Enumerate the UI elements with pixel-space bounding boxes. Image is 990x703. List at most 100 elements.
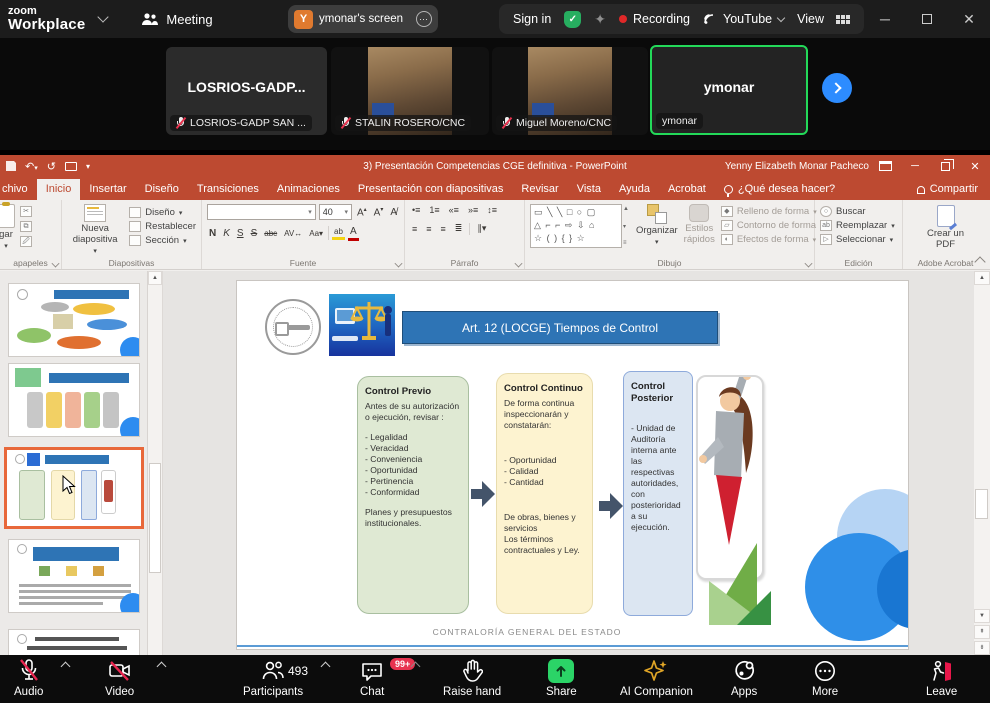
decrease-indent-icon[interactable]: «≡ — [447, 204, 461, 216]
reset-button[interactable]: Restablecer — [129, 221, 196, 232]
workspace-chevron-icon[interactable] — [98, 11, 109, 22]
previous-slide-button[interactable]: ⇞ — [974, 625, 990, 639]
tab-acrobat[interactable]: Acrobat — [659, 179, 715, 200]
line-spacing-icon[interactable]: ↕≡ — [485, 204, 499, 216]
leave-button[interactable]: Leave — [926, 659, 957, 698]
tab-vista[interactable]: Vista — [568, 179, 610, 200]
tab-archivo[interactable]: chivo — [0, 179, 37, 200]
audio-button[interactable]: Audio — [14, 659, 43, 698]
grow-font-icon[interactable]: A▴ — [355, 205, 369, 219]
paste-button[interactable]: gar▾ — [0, 204, 15, 251]
scroll-thumb[interactable] — [975, 489, 988, 519]
subscript-button[interactable]: abc — [262, 228, 279, 239]
apps-button[interactable]: Apps — [731, 659, 757, 698]
clear-format-icon[interactable]: A̸ — [388, 206, 399, 219]
align-left-icon[interactable]: ≡ — [410, 223, 419, 235]
screen-options-icon[interactable]: ⋯ — [416, 11, 432, 27]
change-case-button[interactable]: Aa▾ — [307, 228, 325, 239]
underline-button[interactable]: S — [235, 227, 246, 240]
tab-presentacion[interactable]: Presentación con diapositivas — [349, 179, 513, 200]
highlight-button[interactable]: ab — [332, 226, 345, 240]
select-button[interactable]: ▷Seleccionar ▾ — [820, 234, 897, 245]
bullets-icon[interactable]: •≡ — [410, 204, 422, 216]
tab-insertar[interactable]: Insertar — [80, 179, 135, 200]
slide-thumbnail-5[interactable] — [8, 629, 140, 655]
slide-thumbnail-2[interactable] — [8, 363, 140, 437]
sign-in-button[interactable]: Sign in — [513, 12, 551, 26]
increase-indent-icon[interactable]: »≡ — [466, 204, 480, 216]
tab-ayuda[interactable]: Ayuda — [610, 179, 659, 200]
security-shield-icon[interactable]: ✓ — [564, 11, 581, 28]
ai-sparkle-icon[interactable]: ✦ — [594, 11, 606, 28]
share-button[interactable]: Share — [546, 659, 577, 698]
raise-hand-button[interactable]: Raise hand — [443, 659, 501, 698]
shape-effects-button[interactable]: ◐Efectos de forma ▾ — [721, 234, 824, 245]
tab-inicio[interactable]: Inicio — [37, 179, 81, 200]
quick-styles-button[interactable]: Estilos rápidos — [684, 204, 715, 246]
char-spacing-button[interactable]: AV↔ — [282, 228, 304, 239]
slide-scrollbar[interactable]: ▲ ▼ ⇞ ⇟ — [974, 271, 990, 655]
scroll-up-icon[interactable]: ▲ — [974, 271, 990, 285]
view-button[interactable]: View — [797, 12, 850, 26]
chat-button[interactable]: Chat — [360, 659, 384, 698]
columns-icon[interactable]: ∥▾ — [475, 222, 488, 235]
shape-fill-button[interactable]: ◆Relleno de forma ▾ — [721, 206, 824, 217]
align-right-icon[interactable]: ≡ — [439, 223, 448, 235]
slide-thumbnail-1[interactable] — [8, 283, 140, 357]
tab-diseno[interactable]: Diseño — [136, 179, 188, 200]
shrink-font-icon[interactable]: A▾ — [372, 205, 386, 219]
font-size-combo[interactable]: 40▾ — [319, 204, 352, 220]
more-button[interactable]: More — [812, 659, 838, 698]
video-options-chevron[interactable] — [157, 662, 167, 672]
participant-tile-active-speaker[interactable]: ymonar ymonar — [650, 45, 808, 135]
cut-icon[interactable]: ✂ — [20, 206, 32, 217]
minimize-button[interactable]: ─ — [864, 0, 906, 38]
find-button[interactable]: ○Buscar — [820, 206, 897, 217]
participant-tile[interactable]: LOSRIOS-GADP... LOSRIOS-GADP SAN ... — [166, 47, 327, 135]
youtube-live-button[interactable]: YouTube — [703, 12, 784, 26]
ai-companion-button[interactable]: AI Companion — [620, 659, 693, 698]
shared-screen-pill[interactable]: Y ymonar's screen ⋯ — [288, 5, 438, 33]
font-name-combo[interactable]: ▾ — [207, 204, 316, 220]
format-painter-icon[interactable]: 🖉 — [20, 236, 32, 247]
new-slide-button[interactable]: Nueva diapositiva▾ — [67, 204, 123, 256]
tab-animaciones[interactable]: Animaciones — [268, 179, 349, 200]
thumbnail-scroll-thumb[interactable] — [149, 463, 161, 573]
video-button[interactable]: Video — [105, 659, 134, 698]
font-color-button[interactable]: A — [348, 225, 359, 241]
thumbnail-scrollbar[interactable]: ▲ — [148, 271, 163, 655]
scroll-down-icon[interactable]: ▼ — [974, 609, 990, 623]
tell-me-box[interactable]: ¿Qué desea hacer? — [715, 179, 844, 200]
slide-thumbnail-4[interactable] — [8, 539, 140, 613]
copy-icon[interactable]: ⧉ — [20, 221, 32, 232]
audio-options-chevron[interactable] — [61, 662, 71, 672]
replace-button[interactable]: abReemplazar ▾ — [820, 220, 897, 231]
chat-options-chevron[interactable] — [411, 662, 421, 672]
create-pdf-button[interactable]: Crear un PDF — [908, 205, 983, 251]
maximize-button[interactable] — [906, 0, 948, 38]
next-slide-button[interactable]: ⇟ — [974, 641, 990, 655]
next-participants-button[interactable] — [822, 73, 852, 103]
shapes-gallery[interactable]: ▭ ╲ ╲ □ ○ ▢ △ ⌐ ⌐ ⇨ ⇩ ⌂ ☆ ( ) { } ☆ — [530, 204, 622, 248]
thumbnail-scroll-up-icon[interactable]: ▲ — [148, 271, 162, 285]
shapes-gallery-scroll[interactable]: ▲▾≡ — [622, 204, 630, 248]
tab-revisar[interactable]: Revisar — [512, 179, 567, 200]
layout-button[interactable]: Diseño ▾ — [129, 207, 196, 218]
justify-icon[interactable]: ≣ — [453, 222, 465, 235]
numbering-icon[interactable]: 1≡ — [427, 204, 441, 216]
arrange-button[interactable]: Organizar▾ — [636, 204, 678, 247]
shape-outline-button[interactable]: ▱Contorno de forma ▾ — [721, 220, 824, 231]
italic-button[interactable]: K — [221, 227, 232, 240]
close-button[interactable]: ✕ — [948, 0, 990, 38]
current-slide[interactable]: Art. 12 (LOCGE) Tiempos de Control Contr… — [237, 281, 908, 649]
strikethrough-button[interactable]: S — [249, 227, 260, 240]
section-button[interactable]: Sección ▾ — [129, 235, 196, 246]
bold-button[interactable]: N — [207, 227, 218, 240]
tab-transiciones[interactable]: Transiciones — [188, 179, 268, 200]
meeting-tab[interactable]: Meeting — [141, 12, 212, 27]
align-center-icon[interactable]: ≡ — [424, 223, 433, 235]
participants-options-chevron[interactable] — [321, 662, 331, 672]
participant-tile[interactable]: Miguel Moreno/CNC — [492, 47, 648, 135]
compartir-button[interactable]: Compartir — [905, 179, 990, 200]
participant-tile[interactable]: STALIN ROSERO/CNC — [331, 47, 489, 135]
